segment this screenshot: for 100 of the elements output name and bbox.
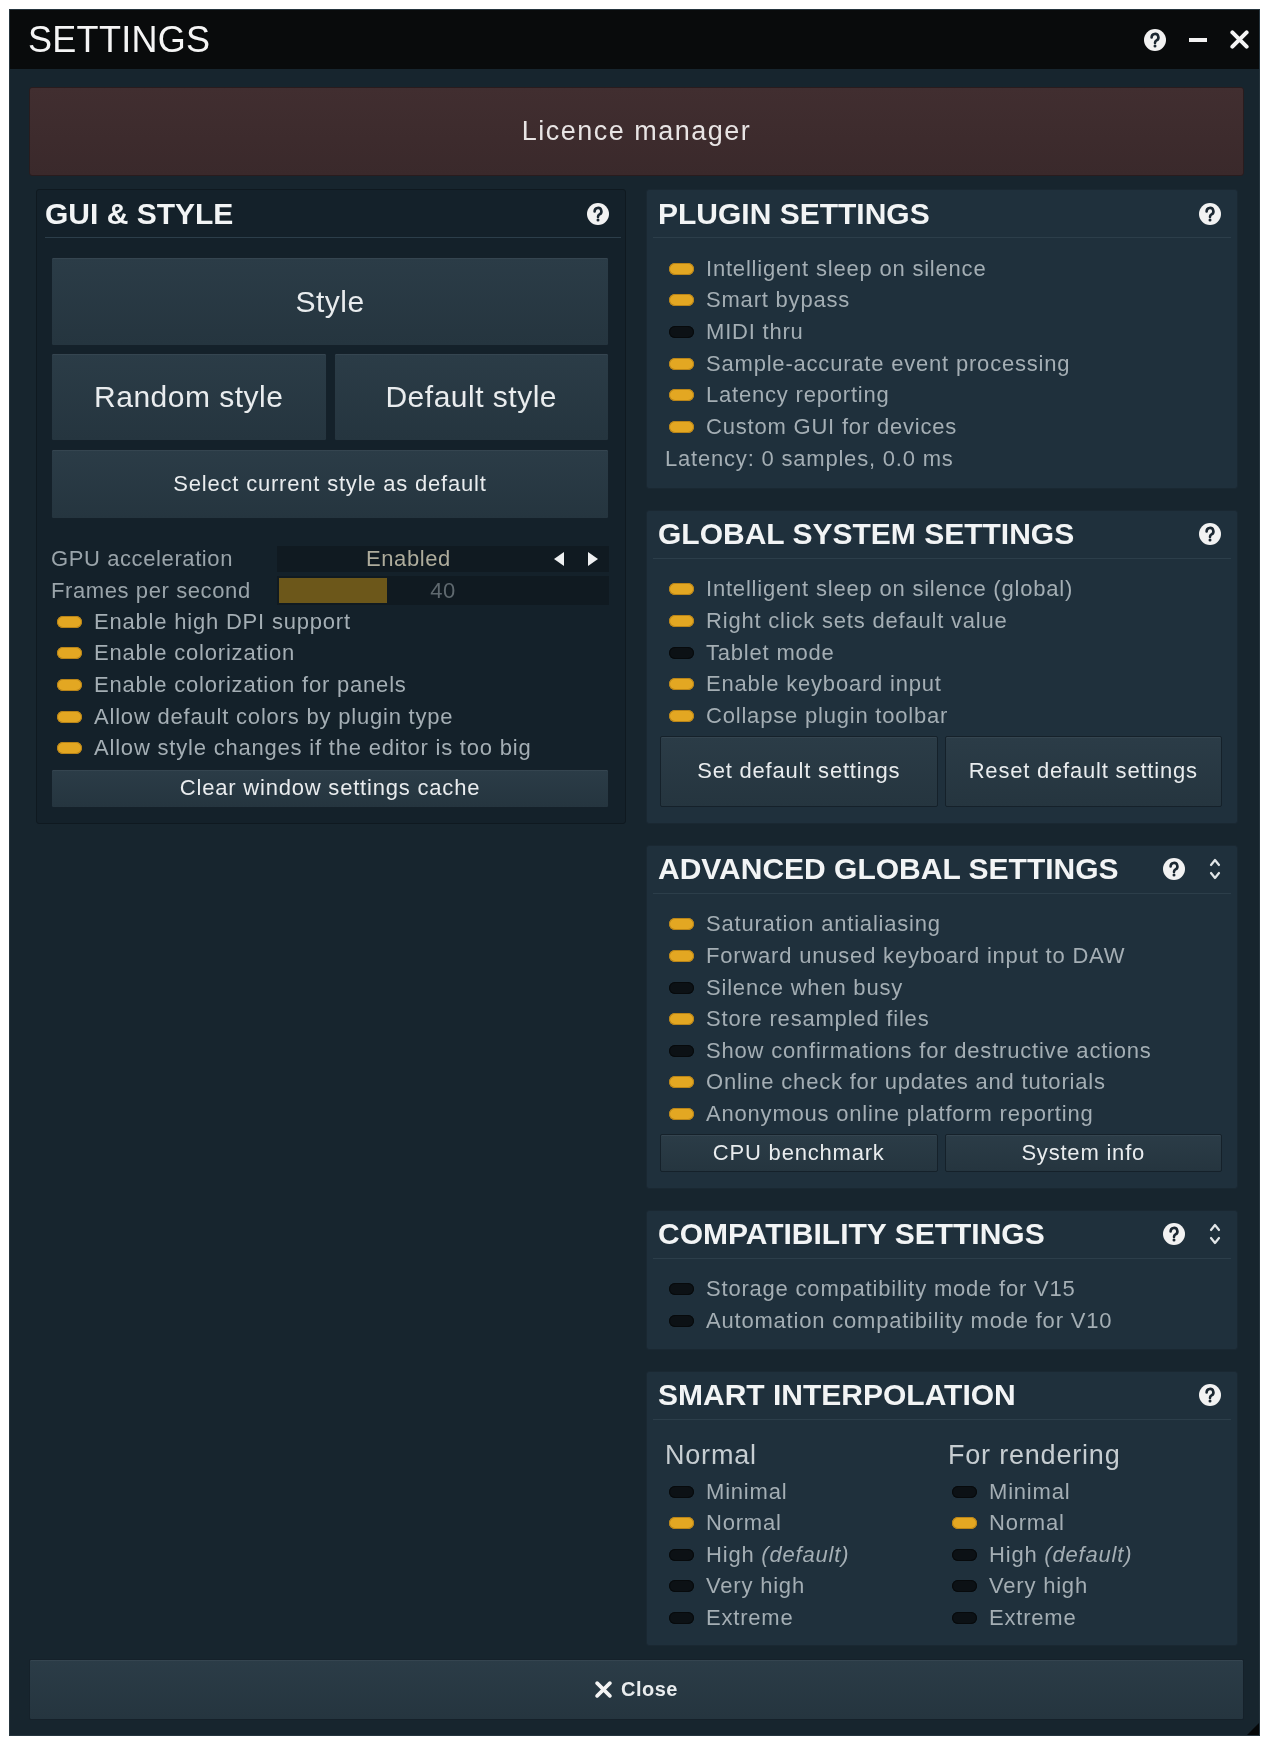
radio-button[interactable] [952,1612,977,1625]
radio-button[interactable] [952,1580,977,1593]
resize-grip-icon[interactable] [1247,1723,1259,1735]
toggle-switch[interactable] [57,742,82,755]
setting-label: Tablet mode [706,639,835,666]
licence-manager-button[interactable]: Licence manager [29,87,1244,176]
toggle-switch[interactable] [669,1315,694,1328]
slider-value: 40 [430,577,456,604]
radio-button[interactable] [669,1517,694,1530]
toggle-switch[interactable] [669,262,694,275]
help-icon[interactable] [1163,1223,1185,1246]
option-label: Minimal [989,1478,1071,1505]
option-label: Extreme [989,1605,1077,1632]
toggle-switch[interactable] [669,614,694,627]
panel-title: GLOBAL SYSTEM SETTINGS [658,517,1075,552]
toggle-switch[interactable] [57,710,82,723]
toggle-switch[interactable] [669,1283,694,1296]
help-icon[interactable] [1199,523,1221,546]
toggle-switch[interactable] [669,918,694,931]
setting-label: Forward unused keyboard input to DAW [706,942,1126,969]
radio-button[interactable] [952,1485,977,1498]
toggle-switch[interactable] [669,357,694,370]
radio-button[interactable] [952,1517,977,1530]
radio-button[interactable] [669,1612,694,1625]
option-label: Minimal [706,1478,788,1505]
caret-right-icon[interactable] [588,552,598,566]
toggle-switch[interactable] [669,294,694,307]
panel-title: ADVANCED GLOBAL SETTINGS [658,852,1119,887]
action-button[interactable]: System info [944,1133,1222,1172]
option-label: Extreme [706,1605,794,1632]
toggle-switch[interactable] [57,615,82,628]
panel-title: PLUGIN SETTINGS [658,196,930,231]
style-preset-button[interactable]: Default style [333,353,609,441]
clear-cache-button[interactable]: Clear window settings cache [51,768,609,808]
toggle-switch[interactable] [669,1107,694,1120]
toggle-switch[interactable] [669,1044,694,1057]
setting-label: Intelligent sleep on silence (global) [706,576,1074,603]
toggle-switch[interactable] [669,389,694,402]
option-label: Very high [989,1573,1088,1600]
toggle-switch[interactable] [669,326,694,338]
radio-button[interactable] [669,1580,694,1593]
value-selector[interactable]: Enabled [277,546,609,572]
action-button[interactable]: CPU benchmark [660,1133,938,1172]
setting-label: Enable high DPI support [94,608,351,635]
close-icon[interactable] [1230,30,1249,49]
option-label: Very high [706,1573,805,1600]
toggle-switch[interactable] [669,678,694,691]
help-icon[interactable] [1199,1384,1221,1407]
parameter-label: Frames per second [51,577,252,604]
minimize-icon[interactable] [1189,37,1207,42]
toggle-switch[interactable] [669,646,694,659]
radio-button[interactable] [669,1485,694,1498]
setting-label: Smart bypass [706,287,851,314]
toggle-switch[interactable] [669,1013,694,1026]
setting-label: Right click sets default value [706,607,1008,634]
setting-label: Enable keyboard input [706,671,942,698]
style-preset-button[interactable]: Random style [51,353,327,441]
toggle-switch[interactable] [57,679,82,691]
setting-label: Latency reporting [706,382,890,409]
setting-label: Sample-accurate event processing [706,350,1071,377]
option-label: Normal [706,1510,782,1537]
parameter-label: GPU acceleration [51,546,234,572]
column-heading: For rendering [948,1438,1121,1472]
style-button[interactable]: Style [51,257,609,346]
window-title: SETTINGS [28,18,211,61]
help-icon[interactable] [587,202,609,225]
setting-label: Enable colorization for panels [94,672,407,698]
setting-label: Intelligent sleep on silence [706,255,987,282]
help-icon[interactable] [1144,28,1166,51]
help-icon[interactable] [1163,858,1185,881]
latency-readout: Latency: 0 samples, 0.0 ms [665,444,955,473]
toggle-switch[interactable] [669,583,694,596]
select-default-button[interactable]: Select current style as default [51,449,609,519]
setting-label: Allow style changes if the editor is too big [94,735,532,762]
option-label: High (default) [989,1541,1133,1568]
close-icon[interactable] [595,1681,612,1698]
toggle-switch[interactable] [669,709,694,722]
action-button[interactable]: Reset default settings [944,735,1222,807]
action-button[interactable]: Set default settings [660,735,938,807]
up-down-chevron-icon[interactable] [1209,1222,1221,1247]
setting-label: Collapse plugin toolbar [706,702,949,729]
setting-label: Custom GUI for devices [706,413,958,440]
toggle-switch[interactable] [57,647,82,660]
setting-label: Saturation antialiasing [706,911,941,938]
option-label: Normal [989,1510,1065,1537]
panel-title: COMPATIBILITY SETTINGS [658,1217,1045,1252]
toggle-switch[interactable] [669,420,694,433]
radio-button[interactable] [952,1548,977,1561]
up-down-chevron-icon[interactable] [1209,857,1221,882]
help-icon[interactable] [1199,202,1221,225]
toggle-switch[interactable] [669,1076,694,1089]
toggle-switch[interactable] [669,949,694,962]
radio-button[interactable] [669,1548,694,1561]
close-button[interactable]: Close [29,1659,1244,1720]
setting-label: Allow default colors by plugin type [94,703,454,730]
setting-label: Enable colorization [94,640,296,667]
option-label: High (default) [706,1541,850,1568]
setting-label: Online check for updates and tutorials [706,1069,1106,1096]
caret-left-icon[interactable] [554,552,564,566]
toggle-switch[interactable] [669,981,694,994]
